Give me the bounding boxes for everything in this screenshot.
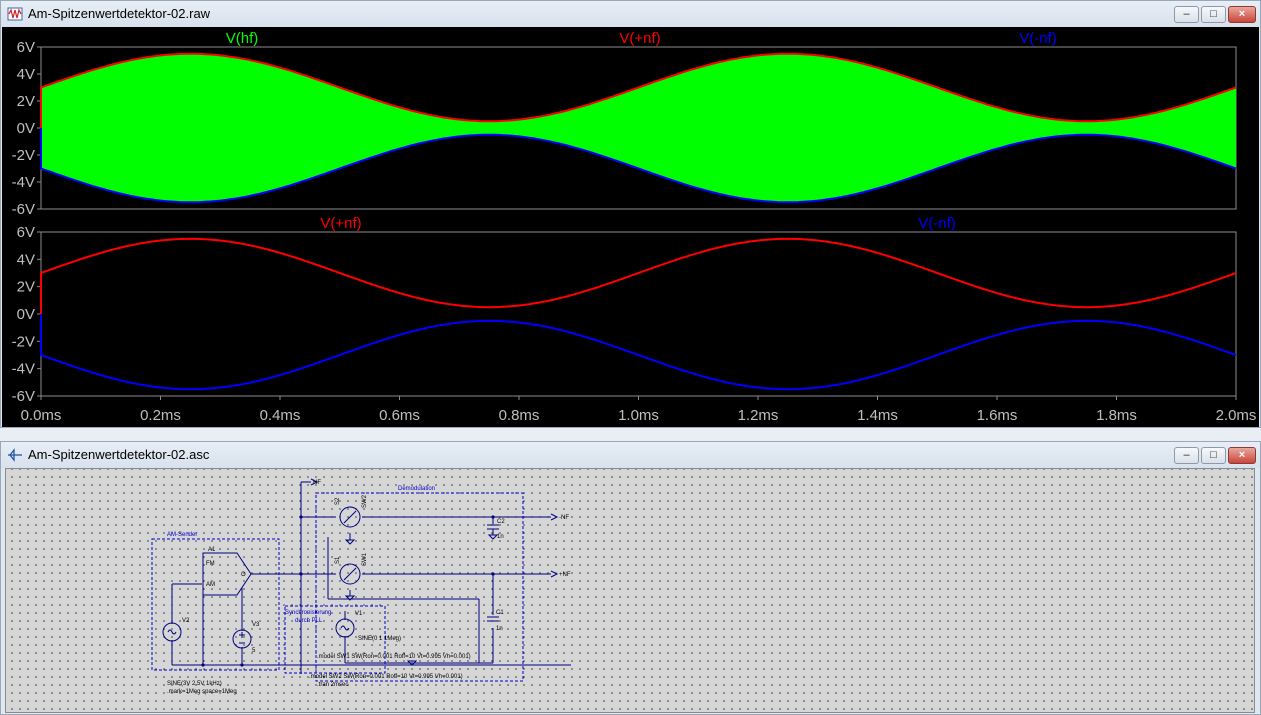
y-tick-label: 4V [17,66,35,83]
label-plus-nf: +NF [559,572,571,578]
label-c2-value: 1n [497,534,504,540]
restore-icon: □ [1210,449,1217,461]
label-am: AM [206,582,215,588]
label-v3: V3 [252,622,260,628]
grounds [344,534,499,666]
label-mark: .mark=1Meg space=1Meg [167,689,237,695]
schematic-minimize-button[interactable]: – [1174,447,1199,464]
label-sync-2: durch PLL [295,618,323,624]
y-tick-label: 2V [17,93,35,110]
schematic-window-title: Am-Spitzenwertdetektor-02.asc [28,447,210,462]
label-s2-model: SW2 [362,494,368,508]
label-fm: FM [206,561,215,567]
label-c1: C1 [496,610,504,616]
label-v2: V2 [182,618,190,624]
demodulation-box [315,492,524,682]
y-tick-label: 2V [17,279,35,296]
restore-icon: □ [1210,8,1217,20]
label-v1: V1 [355,611,363,617]
schematic-app-icon [8,448,22,462]
x-tick-label: 0.2ms [140,407,181,424]
close-button[interactable]: × [1228,6,1256,23]
schematic-window: Am-Spitzenwertdetektor-02.asc – □ × HF D… [0,441,1261,715]
y-tick-label: -4V [12,361,35,378]
label-am-sender: AM-Sender [167,532,197,538]
label-hf: HF [313,480,321,486]
x-tick-label: 2.0ms [1216,407,1257,424]
label-demodulation: Demodulation [398,486,435,492]
waveform-titlebar[interactable]: Am-Spitzenwertdetektor-02.raw – □ × [1,1,1260,27]
label-v2-sine: SINE(3V 2.5V 1kHz) [167,681,222,687]
waveform-window-title: Am-Spitzenwertdetektor-02.raw [28,6,211,21]
label-s1: S1 [335,556,341,564]
label-v1-sine: SINE(0 1 1Meg) [358,636,401,642]
waveform-window: Am-Spitzenwertdetektor-02.raw – □ × 6V 4V… [0,0,1261,428]
close-icon: × [1238,449,1246,461]
trace-label[interactable]: V(-nf) [1019,30,1057,47]
x-tick-label: 0.8ms [499,407,540,424]
label-model1: .model SW1 SW(Ron=0.001 Roff=10 Vt=0.995… [317,654,471,660]
label-minus-nf: -NF [559,515,569,521]
x-tick-label: 0.4ms [260,407,301,424]
label-s2: S2 [335,497,341,505]
restore-button[interactable]: □ [1201,6,1226,23]
label-c2: C2 [497,519,505,525]
label-c1-value: 1n [496,626,503,632]
x-tick-label: 1.8ms [1096,407,1137,424]
x-tick-label: 1.2ms [738,407,779,424]
label-tran: .tran 2msec [317,682,348,688]
wires [171,481,571,674]
x-tick-label: 0.6ms [379,407,420,424]
y-tick-label: -6V [12,388,35,405]
x-tick-label: 1.6ms [977,407,1018,424]
trace-label[interactable]: V(+nf) [320,215,361,232]
label-model2: .model SW2 SW(Ron=0.001 Roff=10 Vt=0.995… [309,674,463,680]
label-sync-1: Synchronisierung [285,610,331,616]
schematic-restore-button[interactable]: □ [1201,447,1226,464]
trace-label[interactable]: V(+nf) [619,30,660,47]
schematic-titlebar[interactable]: Am-Spitzenwertdetektor-02.asc – □ × [1,442,1260,468]
trace-label[interactable]: V(hf) [226,30,259,47]
label-s1-model: SW1 [362,552,368,566]
junctions [201,515,495,667]
trace-label[interactable]: V(-nf) [918,215,956,232]
switches[interactable] [339,506,361,585]
minimize-icon: – [1183,449,1190,461]
y-tick-label: -4V [12,174,35,191]
y-tick-label: 4V [17,251,35,268]
x-tick-label: 1.0ms [618,407,659,424]
minimize-icon: – [1183,8,1190,20]
minimize-button[interactable]: – [1174,6,1199,23]
label-a1: A1 [208,547,216,553]
y-tick-label: 6V [17,224,35,241]
waveform-app-icon [7,7,23,21]
net-flags [310,478,559,578]
close-icon: × [1238,8,1246,20]
label-o: O [241,572,246,578]
schematic-close-button[interactable]: × [1228,447,1256,464]
y-tick-label: -6V [12,201,35,218]
waveform-plot-area[interactable]: 6V 4V 2V 0V -2V -4V -6V V(hf) V(+nf) V(-nf) 6V 4V 2… [2,27,1259,427]
label-v3-value: 5 [252,648,256,654]
y-tick-label: -2V [12,333,35,350]
x-tick-label: 1.4ms [857,407,898,424]
y-tick-label: 0V [17,306,35,323]
schematic-drawing[interactable]: HF Demodulation AM-Sender A1 FM AM O V2 … [5,468,1255,713]
y-tick-label: -2V [12,147,35,164]
y-tick-label: 0V [17,120,35,137]
y-tick-label: 6V [17,39,35,56]
x-tick-label: 0.0ms [21,407,62,424]
am-sender-box [151,538,280,671]
